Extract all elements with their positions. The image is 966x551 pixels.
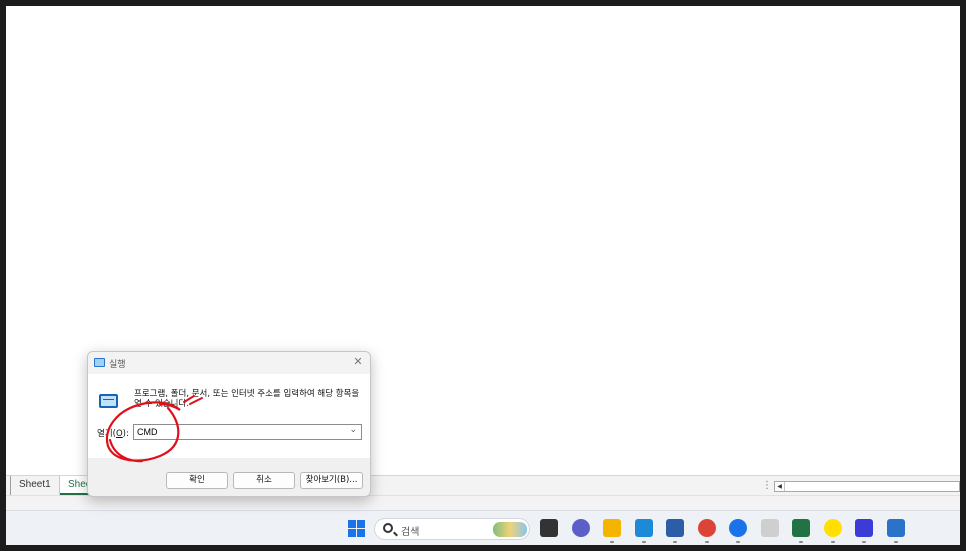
run-large-icon [99,394,118,408]
task-view-icon[interactable] [540,519,558,537]
browse-button[interactable]: 찾아보기(B)... [300,472,363,489]
open-label: 열기(O): [97,429,129,439]
dialog-titlebar[interactable]: 실행 ✕ [88,352,370,374]
dialog-description: 프로그램, 폴더, 문서, 또는 인터넷 주소를 입력하여 해당 항목을 열 수… [134,389,360,409]
search-highlight-icon [493,522,527,537]
meet-icon[interactable] [571,519,590,537]
running-indicator [893,541,898,543]
dialog-body: 프로그램, 폴더, 문서, 또는 인터넷 주소를 입력하여 해당 항목을 열 수… [88,374,370,458]
running-indicator [830,541,835,543]
running-indicator [641,541,646,543]
search-placeholder: 검색 [401,527,420,538]
file-explorer-icon[interactable] [603,519,621,537]
screen: Sheet1 Shee ⋮ ◀ 검색 실행 ✕ 프로그램, 폴더, 문서, 또는… [6,6,960,545]
app-icon[interactable] [760,519,779,537]
open-combobox[interactable]: CMD ⌄ [133,424,362,440]
run-dialog: 실행 ✕ 프로그램, 폴더, 문서, 또는 인터넷 주소를 입력하여 해당 항목… [87,351,371,497]
search-icon [383,523,393,533]
scroll-left-icon[interactable]: ◀ [775,482,785,491]
taskbar-search[interactable]: 검색 [374,518,530,540]
chevron-down-icon[interactable]: ⌄ [349,425,357,435]
cancel-button[interactable]: 취소 [233,472,295,489]
status-bar [6,495,960,510]
tab-split-handle-icon[interactable]: ⋮ [762,480,772,491]
f-app-icon[interactable] [855,519,873,537]
open-input-value[interactable]: CMD [137,427,158,437]
running-indicator [799,541,803,543]
running-indicator [862,541,866,543]
running-indicator [673,541,677,543]
sheet-tab-sheet1[interactable]: Sheet1 [10,476,60,495]
dialog-title: 실행 [109,360,126,370]
taskbar: 검색 [6,510,960,545]
running-indicator [610,541,614,543]
edge-icon[interactable] [634,519,653,537]
excel-icon[interactable] [792,519,810,537]
running-indicator [736,541,740,543]
horizontal-scrollbar[interactable]: ◀ [774,481,960,492]
chrome-icon[interactable] [697,519,716,537]
chat-icon[interactable] [729,519,747,537]
run-icon [94,358,105,367]
run-app-icon[interactable] [886,519,905,537]
store-icon[interactable] [666,519,684,537]
ok-button[interactable]: 확인 [166,472,228,489]
running-indicator [704,541,709,543]
start-menu-icon[interactable] [348,520,365,537]
kakaotalk-icon[interactable] [823,519,842,537]
close-icon[interactable]: ✕ [351,355,365,369]
